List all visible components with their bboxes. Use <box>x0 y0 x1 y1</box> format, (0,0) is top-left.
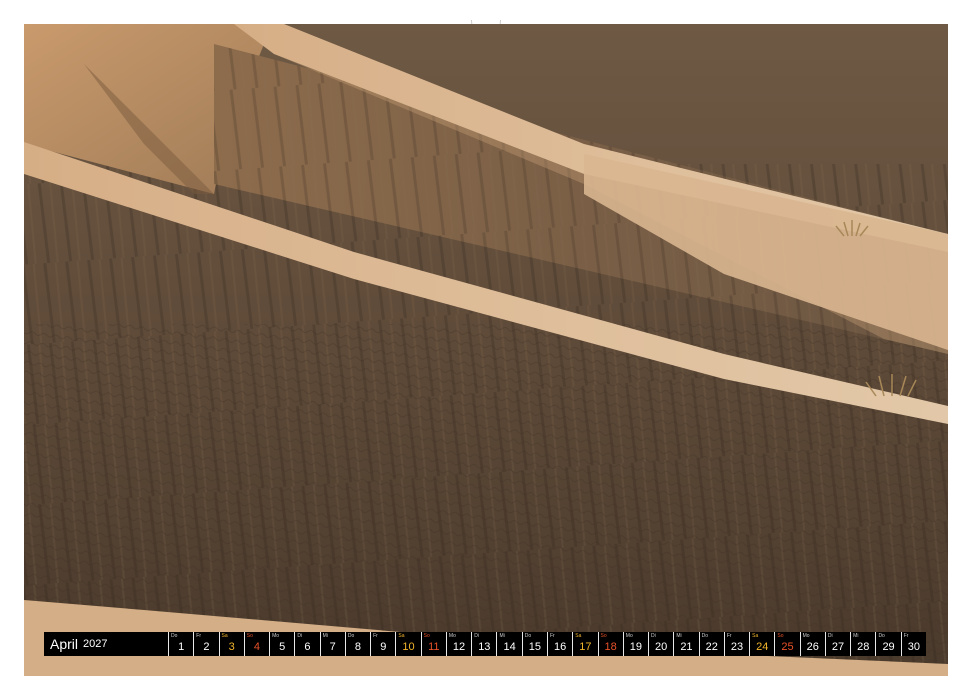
day-number: 13 <box>478 641 491 653</box>
weekday-label: Sa <box>752 633 759 639</box>
weekday-label: Di <box>474 633 479 639</box>
day-cell: Do 15 <box>521 632 547 656</box>
day-cell: Mi 21 <box>673 632 699 656</box>
day-number: 21 <box>680 641 693 653</box>
day-number: 26 <box>806 641 819 653</box>
day-cell: So 18 <box>597 632 623 656</box>
weekday-label: Fr <box>196 633 201 639</box>
day-number: 3 <box>228 641 235 653</box>
day-number: 6 <box>304 641 311 653</box>
day-cell: Do 8 <box>344 632 371 656</box>
day-number: 4 <box>253 641 260 653</box>
day-number: 27 <box>831 641 845 653</box>
day-number: 12 <box>452 641 466 653</box>
weekday-label: So <box>600 633 607 639</box>
day-cell: Do 1 <box>168 632 194 656</box>
weekday-label: Do <box>171 633 178 639</box>
weekday-label: Mi <box>499 633 505 639</box>
day-cell: Sa 10 <box>395 632 421 656</box>
day-cell: So 25 <box>774 632 800 656</box>
weekday-label: Mo <box>802 633 810 639</box>
day-cell: Di 13 <box>471 632 497 656</box>
day-cell: Fr 9 <box>370 632 396 656</box>
day-number: 24 <box>756 641 769 653</box>
weekday-label: Do <box>701 633 708 639</box>
day-cell: Mi 28 <box>850 632 876 656</box>
day-cell: Do 22 <box>698 632 724 656</box>
day-number: 19 <box>629 641 643 653</box>
weekday-label: Fr <box>549 633 555 639</box>
weekday-label: Mi <box>676 633 682 639</box>
day-cells: Do 1 Fr 2 Sa 3 So 4 Mo 5 Di 6 Mi 7 Do 8 Fr 9 Sa 10 So 11 Mo 12 D… <box>168 632 926 656</box>
weekday-label: Do <box>524 633 532 639</box>
day-cell: Mo 12 <box>445 632 472 656</box>
day-number: 23 <box>730 641 744 653</box>
day-cell: Sa 17 <box>572 632 598 656</box>
weekday-label: Fr <box>726 633 732 639</box>
weekday-label: So <box>423 633 430 639</box>
day-cell: Fr 30 <box>900 632 926 656</box>
day-cell: Mo 26 <box>799 632 825 656</box>
day-cell: Fr 16 <box>546 632 573 656</box>
weekday-label: Mo <box>272 633 280 639</box>
weekday-label: Mi <box>853 633 859 639</box>
weekday-label: Mo <box>625 633 633 639</box>
day-cell: Do 29 <box>875 632 901 656</box>
day-number: 14 <box>503 641 516 653</box>
weekday-label: Sa <box>575 633 582 639</box>
weekday-label: Di <box>651 633 656 639</box>
day-number: 16 <box>553 641 567 653</box>
weekday-label: Di <box>827 633 833 639</box>
sand-dune-photo <box>24 24 948 676</box>
day-cell: Mo 5 <box>269 632 295 656</box>
day-number: 5 <box>279 641 286 653</box>
weekday-label: Fr <box>903 633 909 639</box>
day-cell: So 11 <box>420 632 446 656</box>
day-number: 2 <box>203 641 210 653</box>
year-label: 2027 <box>83 638 108 650</box>
weekday-label: Di <box>297 633 303 639</box>
day-cell: Di 27 <box>824 632 851 656</box>
day-cell: Fr 2 <box>193 632 219 656</box>
weekday-label: Fr <box>373 633 378 639</box>
weekday-label: Do <box>878 633 885 639</box>
calendar-bar: April 2027 Do 1 Fr 2 Sa 3 So 4 Mo 5 Di 6 Mi 7 Do 8 Fr 9 Sa… <box>44 632 926 656</box>
day-cell: Mi 7 <box>319 632 345 656</box>
day-cell: Fr 23 <box>723 632 750 656</box>
day-cell: So 4 <box>243 632 270 656</box>
day-number: 30 <box>907 641 920 653</box>
day-cell: Sa 3 <box>218 632 244 656</box>
weekday-label: So <box>246 633 253 639</box>
day-number: 9 <box>380 641 387 653</box>
weekday-label: Sa <box>398 633 405 639</box>
day-cell: Mo 19 <box>622 632 649 656</box>
day-cell: Mi 14 <box>496 632 522 656</box>
day-number: 18 <box>604 641 617 653</box>
month-name: April <box>50 636 79 652</box>
weekday-label: So <box>777 633 784 639</box>
day-cell: Sa 24 <box>749 632 775 656</box>
weekday-label: Sa <box>221 633 228 639</box>
day-number: 17 <box>579 641 592 653</box>
day-number: 10 <box>402 641 415 653</box>
day-number: 22 <box>705 641 718 653</box>
day-number: 1 <box>178 641 185 653</box>
day-number: 28 <box>857 641 870 653</box>
day-cell: Di 20 <box>648 632 674 656</box>
weekday-label: Mo <box>448 633 456 639</box>
day-number: 15 <box>528 641 541 653</box>
day-number: 11 <box>428 641 440 653</box>
weekday-label: Mi <box>322 633 328 639</box>
weekday-label: Do <box>347 633 355 639</box>
day-number: 20 <box>655 641 668 653</box>
day-number: 7 <box>329 641 336 653</box>
month-label: April 2027 <box>44 632 168 656</box>
day-cell: Di 6 <box>294 632 320 656</box>
day-number: 25 <box>781 641 794 653</box>
dune-photo <box>24 24 948 676</box>
day-number: 29 <box>882 641 895 653</box>
day-number: 8 <box>354 641 362 653</box>
